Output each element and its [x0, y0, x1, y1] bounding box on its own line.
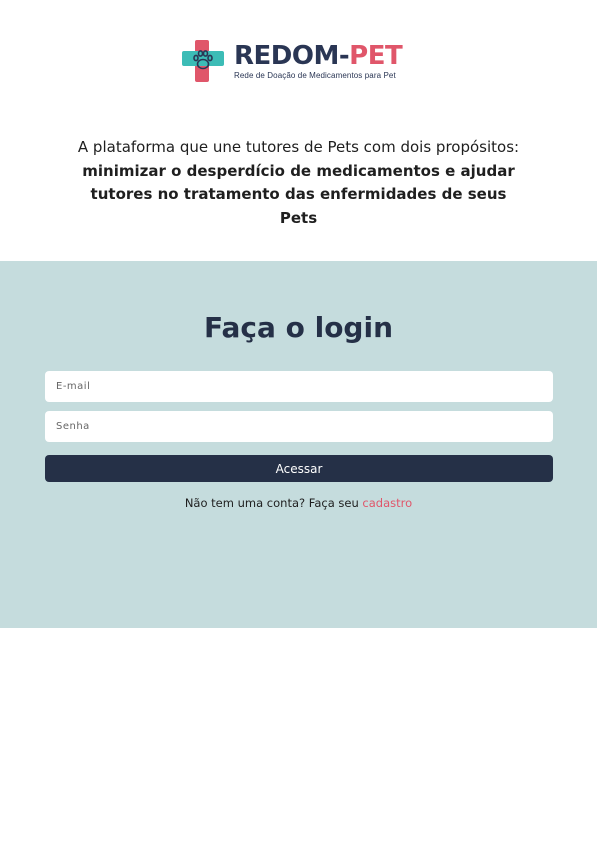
brand-logo: REDOM-PET Rede de Doação de Medicamentos… — [180, 36, 403, 86]
tagline-intro: A plataforma que une tutores de Pets com… — [77, 138, 520, 156]
brand-name: REDOM-PET — [234, 41, 403, 71]
signup-prompt: Não tem uma conta? Faça seu cadastro — [0, 496, 597, 510]
tagline-highlight: minimizar o desperdício de medicamentos … — [82, 161, 515, 227]
brand-text: REDOM-PET Rede de Doação de Medicamentos… — [234, 41, 403, 80]
password-input[interactable] — [45, 411, 553, 442]
signup-prompt-text: Não tem uma conta? Faça seu — [184, 496, 363, 510]
login-title: Faça o login — [203, 311, 393, 344]
login-panel: Faça o login Acessar Não tem uma conta? … — [0, 261, 597, 628]
email-input[interactable] — [45, 371, 553, 402]
tagline: A plataforma que une tutores de Pets com… — [70, 136, 527, 230]
brand-subtitle: Rede de Doação de Medicamentos para Pet — [234, 71, 396, 80]
signup-link[interactable]: cadastro — [362, 496, 412, 510]
paw-cross-icon — [180, 38, 226, 84]
login-button[interactable]: Acessar — [45, 455, 553, 482]
login-page: REDOM-PET Rede de Doação de Medicamentos… — [0, 0, 597, 841]
